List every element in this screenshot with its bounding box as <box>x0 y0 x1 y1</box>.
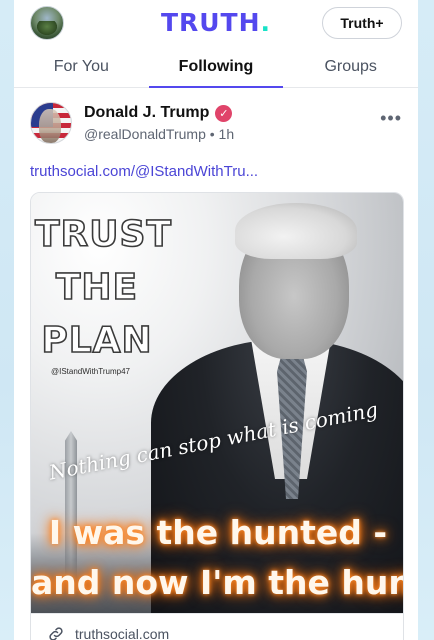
image-glow-line-1: I was the hunted - <box>48 513 388 552</box>
post-link[interactable]: truthsocial.com/@IStandWithTru... <box>30 163 258 180</box>
more-options-icon[interactable]: ••• <box>380 108 402 129</box>
post-time: 1h <box>218 126 235 142</box>
link-icon <box>49 626 63 640</box>
author-handle[interactable]: @realDonaldTrump <box>84 126 206 142</box>
verified-badge-icon: ✓ <box>215 104 233 122</box>
image-title-line-2: THE <box>55 267 139 308</box>
tab-for-you[interactable]: For You <box>14 46 149 87</box>
meta-separator: • <box>209 126 215 142</box>
post-header: Donald J. Trump ✓ @realDonaldTrump • 1h … <box>14 88 418 160</box>
image-title-line-3: PLAN <box>41 320 153 361</box>
author-avatar[interactable] <box>30 102 72 144</box>
image-glow-line-2: and now I'm the hunter <box>31 563 403 602</box>
logo-text: TRUTH <box>160 8 261 37</box>
top-bar: TRUTH. Truth+ <box>14 0 418 46</box>
author-meta: @realDonaldTrump • 1h <box>84 126 234 142</box>
tab-groups[interactable]: Groups <box>283 46 418 87</box>
link-preview-card[interactable]: TRUST THE PLAN @IStandWithTrump47 Nothin… <box>30 192 404 640</box>
tab-following[interactable]: Following <box>148 46 284 88</box>
image-title-line-1: TRUST <box>34 214 172 255</box>
author-name-row: Donald J. Trump ✓ <box>84 104 233 122</box>
truth-plus-button[interactable]: Truth+ <box>322 7 402 39</box>
image-watermark: @IStandWithTrump47 <box>51 367 130 376</box>
card-footer[interactable]: truthsocial.com <box>31 613 403 640</box>
hair-shape <box>235 203 357 259</box>
feed-tabs: For You Following Groups <box>14 46 418 88</box>
app-screen: TRUTH. Truth+ For You Following Groups D… <box>14 0 418 640</box>
logo-dot: . <box>260 8 272 37</box>
avatar-face <box>39 109 61 143</box>
author-name[interactable]: Donald J. Trump <box>84 104 209 122</box>
post-image[interactable]: TRUST THE PLAN @IStandWithTrump47 Nothin… <box>31 193 403 613</box>
card-domain: truthsocial.com <box>75 625 170 640</box>
